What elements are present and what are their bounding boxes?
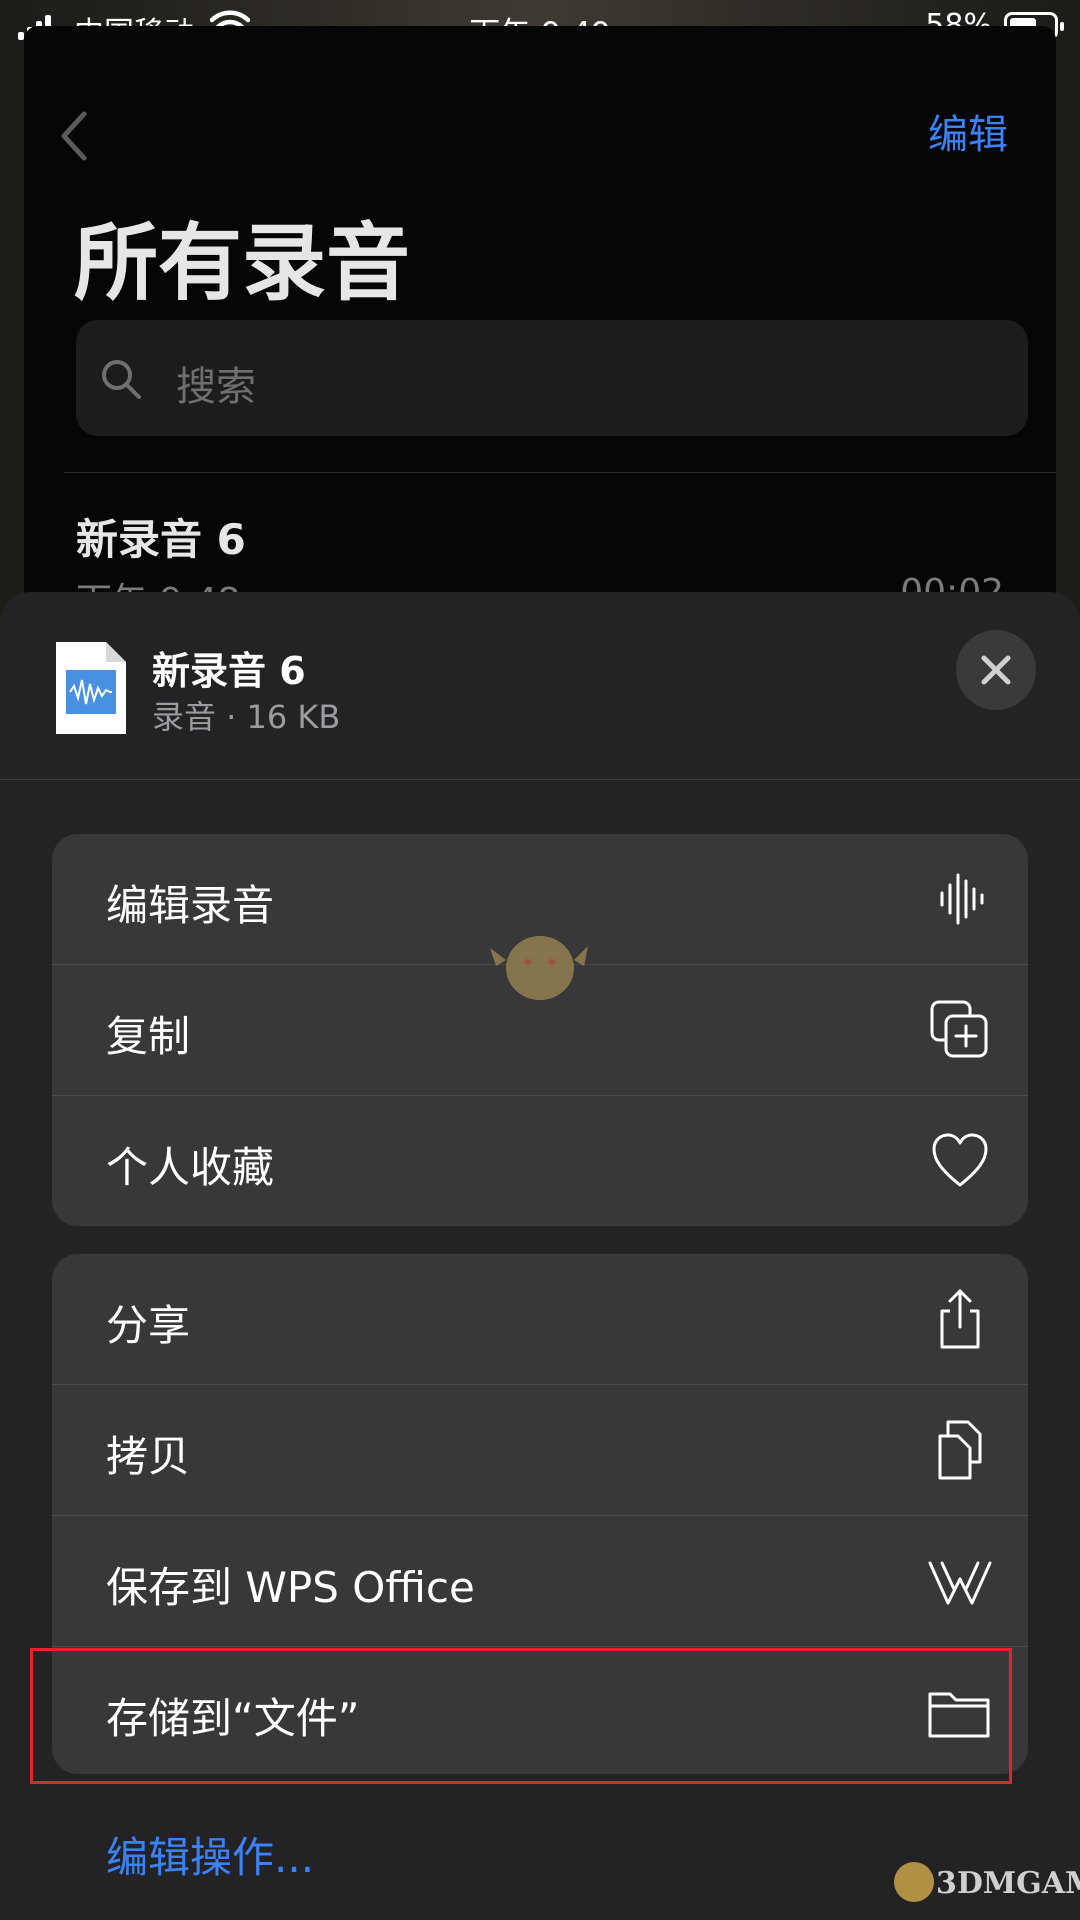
edit-actions-link[interactable]: 编辑操作... (106, 1824, 314, 1885)
search-placeholder: 搜索 (176, 364, 256, 410)
action-label: 分享 (106, 1301, 191, 1350)
action-label: 编辑录音 (106, 881, 275, 930)
sheet-header: 新录音 6 录音 · 16 KB (0, 592, 1080, 780)
action-copy[interactable]: 拷贝 (52, 1385, 1028, 1516)
share-icon (940, 1289, 980, 1349)
action-label: 个人收藏 (106, 1143, 275, 1192)
folder-icon (928, 1692, 990, 1738)
action-label: 拷贝 (106, 1432, 191, 1481)
recording-name[interactable]: 新录音 6 (76, 506, 246, 567)
action-label: 复制 (106, 1012, 191, 1061)
copy-icon (938, 1420, 982, 1480)
close-icon (981, 655, 1011, 685)
action-group-share: 分享 拷贝 保存到 WPS Office 存储到“文件” (52, 1254, 1028, 1774)
file-name: 新录音 6 (152, 649, 306, 693)
watermark: 3DMGAME (880, 1856, 1080, 1912)
action-label: 保存到 WPS Office (106, 1563, 475, 1612)
search-icon (102, 360, 141, 399)
watermark-logo-icon (894, 1862, 934, 1902)
action-favorite[interactable]: 个人收藏 (52, 1096, 1028, 1226)
divider (64, 472, 1056, 473)
watermark-text: 3DMGAME (936, 1866, 1080, 1901)
recordings-screen: 编辑 所有录音 搜索 新录音 6 下午 9:48 00:02 (24, 26, 1056, 646)
file-meta: 录音 · 16 KB (152, 698, 341, 736)
heart-icon (932, 1133, 988, 1187)
back-chevron-icon[interactable] (54, 106, 94, 166)
wps-icon (928, 1561, 992, 1605)
action-save-to-files[interactable]: 存储到“文件” (52, 1647, 1028, 1774)
search-field[interactable]: 搜索 (76, 320, 1028, 436)
waveform-icon (940, 873, 984, 925)
share-sheet: 新录音 6 录音 · 16 KB 编辑录音 复制 个人收藏 分享 拷贝 保存到 … (0, 592, 1080, 1920)
edit-button[interactable]: 编辑 (928, 102, 1008, 160)
close-button[interactable] (956, 630, 1036, 710)
duplicate-icon (930, 1000, 988, 1058)
mascot-watermark-icon (490, 936, 588, 1000)
audio-file-icon (56, 642, 126, 734)
action-share[interactable]: 分享 (52, 1254, 1028, 1385)
action-group-primary: 编辑录音 复制 个人收藏 (52, 834, 1028, 1226)
page-title: 所有录音 (74, 214, 411, 312)
action-save-to-wps[interactable]: 保存到 WPS Office (52, 1516, 1028, 1647)
action-label: 存储到“文件” (106, 1694, 360, 1743)
